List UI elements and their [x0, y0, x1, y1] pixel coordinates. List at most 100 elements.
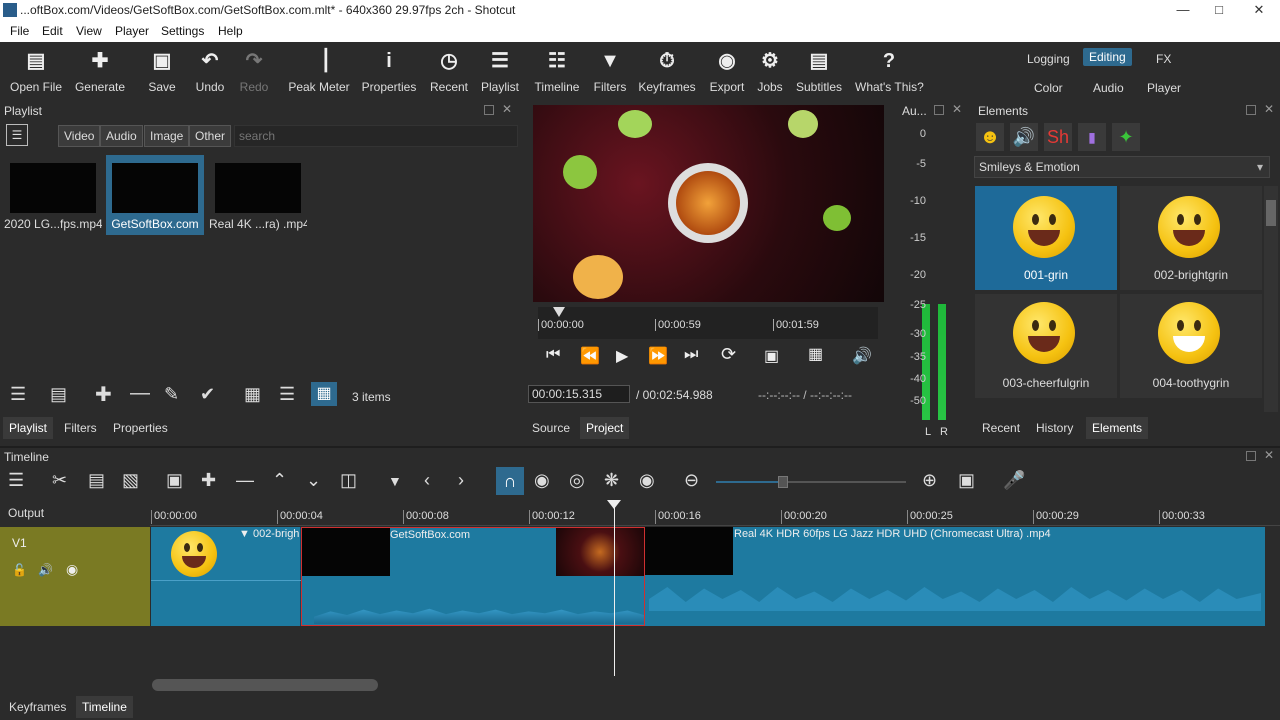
lift-icon[interactable]: ⌃ [272, 470, 287, 491]
shape-category-icon[interactable]: ▮ [1078, 123, 1106, 151]
zoom-slider[interactable] [716, 476, 906, 488]
tab-properties[interactable]: Properties [107, 417, 174, 439]
float-icon[interactable] [934, 105, 944, 115]
menu-edit[interactable]: Edit [42, 24, 63, 38]
track-header-v1[interactable]: V1 🔓 🔊 ◉ [0, 527, 150, 626]
timeline-clip-selected[interactable]: GetSoftBox.com [301, 527, 645, 626]
playlist-item[interactable]: 2020 LG...fps.mp4 [4, 155, 102, 235]
recent-button[interactable]: ◷ Recent [427, 48, 471, 94]
redo-button[interactable]: ↷ Redo [234, 48, 274, 94]
workspace-player[interactable]: Player [1141, 79, 1187, 97]
playhead-icon[interactable] [607, 500, 621, 509]
export-button[interactable]: ◉ Export [706, 48, 748, 94]
maximize-button[interactable]: □ [1199, 0, 1239, 20]
subtitles-button[interactable]: ▤ Subtitles [795, 48, 843, 94]
element-tile[interactable]: 002-brightgrin [1120, 186, 1262, 290]
float-icon[interactable] [1246, 105, 1256, 115]
mute-icon[interactable]: 🔊 [38, 563, 53, 577]
check-icon[interactable]: ✔ [200, 384, 215, 405]
scrub-icon[interactable]: ◉ [534, 470, 550, 491]
remove-icon[interactable]: — [130, 382, 150, 405]
lock-icon[interactable]: 🔓 [12, 563, 27, 577]
peak-meter-button[interactable]: ▕ Peak Meter [284, 48, 354, 94]
fast-forward-icon[interactable]: ⏩ [648, 346, 668, 366]
tab-elements[interactable]: Elements [1086, 417, 1149, 439]
copy-icon[interactable]: ▤ [88, 470, 105, 491]
close-icon[interactable]: ✕ [1264, 102, 1274, 116]
tab-recent[interactable]: Recent [976, 417, 1026, 439]
playlist-button[interactable]: ☰ Playlist [478, 48, 522, 94]
list-view-icon[interactable]: ☰ [279, 384, 295, 405]
star-category-icon[interactable]: ✦ [1112, 123, 1140, 151]
workspace-fx[interactable]: FX [1150, 50, 1177, 68]
timeline-button[interactable]: ☷ Timeline [531, 48, 583, 94]
marker-icon[interactable]: ▼ [388, 473, 402, 489]
menu-icon[interactable]: ☰ [8, 470, 24, 491]
properties-button[interactable]: i Properties [359, 48, 419, 94]
grid-icon[interactable]: ▦ [808, 344, 823, 364]
filter-image[interactable]: Image [144, 125, 190, 147]
filter-audio[interactable]: Audio [100, 125, 143, 147]
zoom-fit-icon[interactable]: ▣ [764, 346, 779, 366]
update-icon[interactable]: ✎ [164, 384, 179, 405]
search-input[interactable] [234, 125, 518, 147]
zoom-slider-handle[interactable] [778, 476, 788, 488]
category-dropdown[interactable]: Smileys & Emotion ▾ [974, 156, 1270, 178]
playlist-item[interactable]: Real 4K ...ra) .mp4 [209, 155, 307, 235]
ripple-markers-icon[interactable]: ◉ [639, 470, 655, 491]
element-tile[interactable]: 001-grin [975, 186, 1117, 290]
details-view-icon[interactable]: ▦ [244, 384, 261, 405]
save-button[interactable]: ▣ Save [142, 48, 182, 94]
element-tile[interactable]: 003-cheerfulgrin [975, 294, 1117, 398]
tab-project[interactable]: Project [580, 417, 630, 439]
close-button[interactable]: ✕ [1239, 0, 1279, 20]
text-category-icon[interactable]: Sh [1044, 123, 1072, 151]
jobs-button[interactable]: ⚙ Jobs [753, 48, 787, 94]
previous-marker-icon[interactable]: ‹ [424, 470, 430, 491]
list-view-icon[interactable]: ☰ [6, 124, 28, 146]
filter-video[interactable]: Video [58, 125, 101, 147]
cut-icon[interactable]: ✂ [52, 470, 67, 491]
zoom-out-icon[interactable]: ⊖ [684, 470, 699, 491]
split-icon[interactable]: ◫ [340, 470, 357, 491]
workspace-logging[interactable]: Logging [1021, 50, 1076, 68]
filters-button[interactable]: ▼ Filters [590, 48, 630, 94]
rewind-icon[interactable]: ⏪ [580, 346, 600, 366]
overwrite-icon[interactable]: ⌄ [306, 470, 321, 491]
tab-filters[interactable]: Filters [58, 417, 103, 439]
float-icon[interactable] [1246, 451, 1256, 461]
workspace-editing[interactable]: Editing [1083, 48, 1132, 66]
tab-source[interactable]: Source [526, 417, 576, 439]
workspace-audio[interactable]: Audio [1087, 79, 1130, 97]
skip-next-icon[interactable]: ⏭ [684, 346, 698, 364]
close-icon[interactable]: ✕ [1264, 448, 1274, 462]
tab-keyframes[interactable]: Keyframes [3, 696, 72, 718]
close-icon[interactable]: ✕ [952, 102, 962, 116]
skip-previous-icon[interactable]: ⏮ [546, 346, 560, 364]
menu-help[interactable]: Help [218, 24, 243, 38]
horizontal-scrollbar[interactable] [152, 679, 378, 691]
keyframes-button[interactable]: ⏱ Keyframes [637, 48, 697, 94]
ripple-all-icon[interactable]: ❋ [604, 470, 619, 491]
playhead-icon[interactable] [553, 307, 565, 317]
timecode-field[interactable]: 00:00:15.315 [528, 385, 630, 403]
close-icon[interactable]: ✕ [502, 102, 512, 116]
menu-view[interactable]: View [76, 24, 102, 38]
grid-view-icon[interactable]: ▦ [311, 382, 337, 406]
workspace-color[interactable]: Color [1028, 79, 1069, 97]
next-marker-icon[interactable]: › [458, 470, 464, 491]
speaker-category-icon[interactable]: 🔊 [1010, 123, 1038, 151]
snap-icon[interactable]: ∩ [496, 467, 524, 495]
player-scrubber[interactable]: 00:00:00 00:00:59 00:01:59 [538, 307, 878, 339]
tab-timeline[interactable]: Timeline [76, 696, 133, 718]
record-audio-icon[interactable]: 🎤 [1003, 470, 1025, 491]
remove-icon[interactable]: — [236, 470, 254, 491]
add-icon[interactable]: ✚ [95, 382, 112, 407]
float-icon[interactable] [484, 105, 494, 115]
playlist-item[interactable]: GetSoftBox.com [106, 155, 204, 235]
volume-icon[interactable]: 🔊 [852, 346, 872, 366]
play-icon[interactable]: ▶ [616, 346, 628, 366]
zoom-fit-icon[interactable]: ▣ [958, 470, 975, 491]
smiley-category-icon[interactable]: ☻ [976, 123, 1004, 151]
open-icon[interactable]: ▤ [50, 384, 67, 405]
